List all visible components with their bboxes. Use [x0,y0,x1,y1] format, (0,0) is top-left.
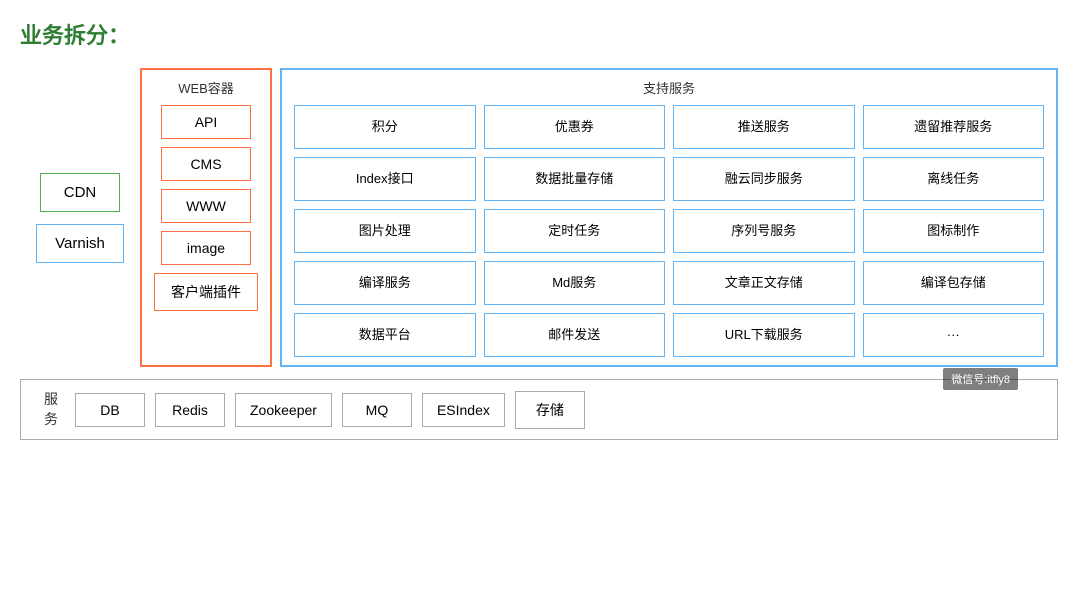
web-container-title: WEB容器 [178,78,234,97]
bottom-section: 服务 DB Redis Zookeeper MQ ESIndex 存储 [20,379,1058,440]
support-item: 遗留推荐服务 [863,105,1045,149]
support-item: ··· [863,313,1045,357]
support-item: Index接口 [294,157,476,201]
support-item: 编译服务 [294,261,476,305]
bottom-service-item: ESIndex [422,393,505,427]
support-item: 推送服务 [673,105,855,149]
support-item: 数据批量存储 [484,157,666,201]
support-item: 编译包存储 [863,261,1045,305]
varnish-box: Varnish [36,224,124,263]
support-item: 离线任务 [863,157,1045,201]
support-item: Md服务 [484,261,666,305]
left-column: CDN Varnish [20,68,140,367]
bottom-service-item: 存储 [515,391,585,429]
diagram-area: CDN Varnish WEB容器 API CMS WWW image 客户端插件 支持… [20,68,1058,440]
main-container: 业务拆分： CDN Varnish WEB容器 API CMS WWW image 客户… [0,0,1078,450]
web-item: image [161,231,251,265]
support-item: 数据平台 [294,313,476,357]
web-item: WWW [161,189,251,223]
support-item: 积分 [294,105,476,149]
bottom-service-item: Redis [155,393,225,427]
web-item: API [161,105,251,139]
support-title: 支持服务 [294,78,1044,97]
support-item: 融云同步服务 [673,157,855,201]
watermark: 微信号:itfly8 [943,368,1018,390]
support-grid: 积分优惠券推送服务遗留推荐服务 Index接口数据批量存储融云同步服务离线任务图片… [294,105,1044,357]
support-section: 支持服务 积分优惠券推送服务遗留推荐服务 Index接口数据批量存储融云同步服务离… [280,68,1058,367]
support-item: 图标制作 [863,209,1045,253]
support-item: 邮件发送 [484,313,666,357]
support-item: URL下载服务 [673,313,855,357]
support-item: 定时任务 [484,209,666,253]
support-item: 优惠券 [484,105,666,149]
cdn-box: CDN [40,173,120,212]
page-title: 业务拆分： [20,18,1058,50]
bottom-service-item: Zookeeper [235,393,332,427]
web-container-section: WEB容器 API CMS WWW image 客户端插件 [140,68,272,367]
web-items-list: API CMS WWW image 客户端插件 [154,105,258,311]
bottom-service-item: MQ [342,393,412,427]
support-item: 图片处理 [294,209,476,253]
bottom-service-item: DB [75,393,145,427]
top-section: CDN Varnish WEB容器 API CMS WWW image 客户端插件 支持… [20,68,1058,367]
bottom-label: 服务 [37,390,65,429]
support-item: 序列号服务 [673,209,855,253]
web-item: CMS [161,147,251,181]
web-item: 客户端插件 [154,273,258,311]
support-item: 文章正文存储 [673,261,855,305]
